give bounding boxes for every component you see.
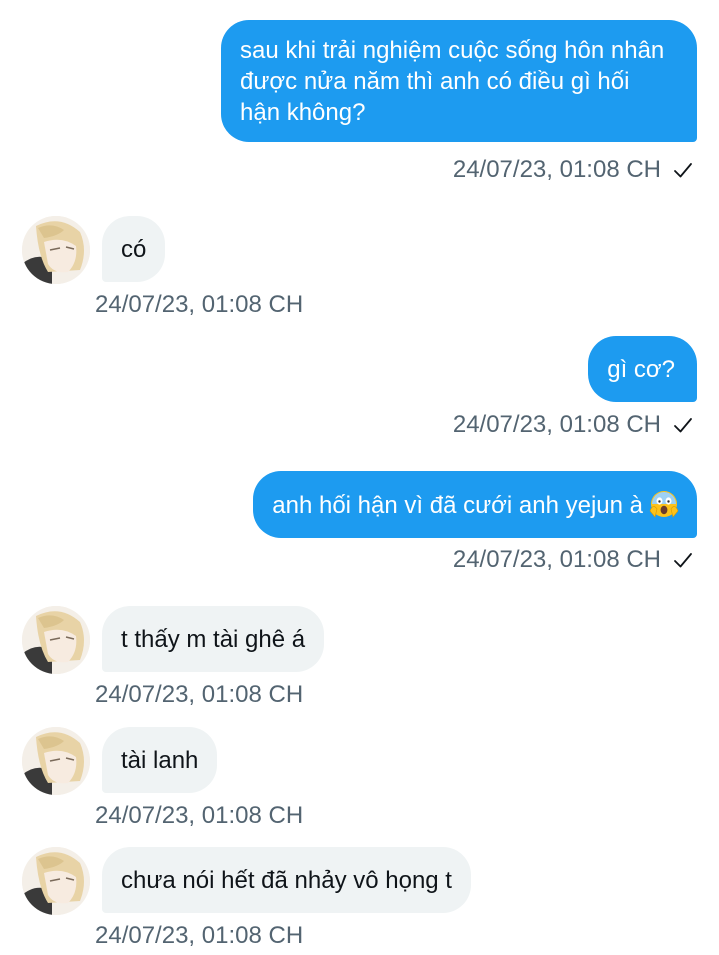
timestamp-text: 24/07/23, 01:08 CH	[452, 156, 661, 183]
message-timestamp: 24/07/23, 01:08 CH	[95, 681, 304, 708]
message-bubble-sent[interactable]: anh hối hận vì đã cưới anh yejun à	[253, 471, 697, 538]
message-timestamp: 24/07/23, 01:08 CH	[95, 802, 304, 829]
message-bubble-received[interactable]: chưa nói hết đã nhảy vô họng t	[102, 847, 471, 913]
message-timestamp: 24/07/23, 01:08 CH	[95, 922, 304, 949]
message-bubble-received[interactable]: t thấy m tài ghê á	[102, 606, 325, 672]
check-icon	[674, 418, 692, 433]
message-timestamp: 24/07/23, 01:08 CH	[95, 291, 304, 318]
message-timestamp: 24/07/23, 01:08 CH	[453, 410, 693, 440]
message-text: gì cơ?	[607, 356, 675, 383]
timestamp-text: 24/07/23, 01:08 CH	[452, 546, 661, 573]
message-text: có	[121, 236, 147, 263]
check-icon	[674, 553, 692, 568]
timestamp-text: 24/07/23, 01:08 CH	[452, 411, 661, 438]
message-text: anh hối hận vì đã cưới anh yejun à	[272, 492, 643, 519]
message-timestamp: 24/07/23, 01:08 CH	[453, 155, 693, 185]
avatar[interactable]	[22, 606, 90, 674]
avatar[interactable]	[22, 727, 90, 795]
message-text: chưa nói hết đã nhảy vô họng t	[121, 867, 452, 894]
check-icon	[674, 163, 692, 178]
message-timestamp: 24/07/23, 01:08 CH	[453, 545, 693, 575]
face-screaming-in-fear-icon	[649, 491, 679, 518]
avatar[interactable]	[22, 216, 90, 284]
message-text: tài lanh	[121, 747, 199, 774]
message-bubble-received[interactable]: tài lanh	[102, 727, 218, 793]
message-bubble-received[interactable]: có	[102, 216, 166, 282]
message-text: t thấy m tài ghê á	[121, 626, 306, 653]
message-bubble-sent[interactable]: sau khi trải nghiệm cuộc sống hôn nhân đ…	[221, 20, 697, 142]
message-bubble-sent[interactable]: gì cơ?	[588, 336, 697, 402]
message-text: sau khi trải nghiệm cuộc sống hôn nhân đ…	[240, 37, 665, 126]
avatar[interactable]	[22, 847, 90, 915]
